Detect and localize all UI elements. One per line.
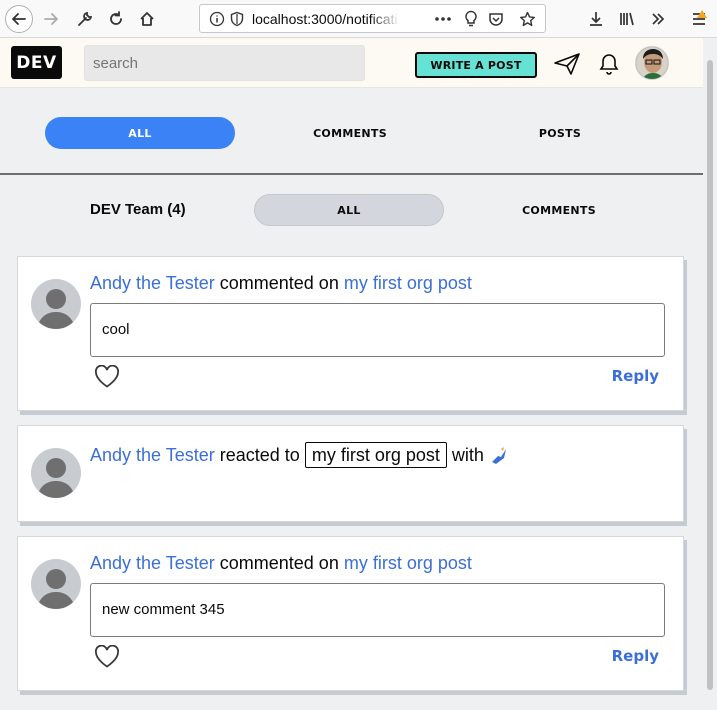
commenter-avatar[interactable] [31, 559, 81, 609]
url-fade [370, 7, 400, 31]
menu-button[interactable] [686, 6, 712, 32]
hamburger-icon [693, 10, 707, 25]
dev-logo[interactable]: DEV [11, 46, 62, 79]
reply-button[interactable]: Reply [612, 647, 659, 665]
reactor-avatar[interactable] [31, 448, 81, 498]
shield-icon[interactable] [228, 10, 246, 28]
arrow-left-icon [12, 13, 26, 25]
heart-icon[interactable] [94, 644, 120, 669]
search-input[interactable] [84, 45, 365, 81]
library-icon [620, 12, 634, 26]
notification-card: Andy the Tester reacted to my first org … [17, 425, 684, 522]
reload-icon [110, 11, 122, 25]
arrow-right-icon [44, 13, 58, 25]
action-text: commented on [219, 273, 339, 293]
notification-card: Andy the Tester commented on my first or… [17, 536, 684, 691]
lightbulb-icon[interactable] [462, 10, 480, 28]
action-text: commented on [219, 553, 339, 573]
with-text: with [451, 445, 484, 465]
url-bar[interactable]: localhost:3000/notifications [199, 4, 546, 33]
bell-icon[interactable] [594, 50, 624, 78]
commenter-avatar[interactable] [31, 279, 81, 329]
tab-comments[interactable]: COMMENTS [265, 117, 435, 149]
notification-text: Andy the Tester reacted to my first org … [90, 442, 509, 468]
post-link[interactable]: my first org post [344, 553, 472, 573]
comment-content[interactable]: new comment 345 [90, 583, 665, 637]
customize-button[interactable] [72, 6, 98, 32]
home-button[interactable] [134, 6, 160, 32]
user-link[interactable]: Andy the Tester [90, 445, 215, 465]
heart-icon[interactable] [94, 364, 120, 389]
comment-content[interactable]: cool [90, 303, 665, 357]
org-name: DEV Team (4) [90, 201, 186, 218]
notification-card: Andy the Tester commented on my first or… [17, 256, 684, 411]
download-icon [590, 12, 602, 26]
post-link[interactable]: my first org post [304, 442, 447, 468]
post-link[interactable]: my first org post [344, 273, 472, 293]
org-tab-all[interactable]: ALL [254, 194, 444, 226]
site-header: DEV WRITE A POST [0, 38, 717, 88]
bookmark-star-icon[interactable] [518, 10, 536, 28]
write-post-button[interactable]: WRITE A POST [415, 52, 537, 78]
org-tab-comments[interactable]: COMMENTS [474, 194, 644, 226]
info-icon[interactable] [208, 10, 226, 28]
tab-posts[interactable]: POSTS [475, 117, 645, 149]
scrollbar-thumb[interactable] [707, 60, 713, 690]
home-icon [140, 12, 154, 26]
notification-text: Andy the Tester commented on my first or… [90, 273, 472, 294]
action-text: reacted to [219, 445, 300, 465]
unicorn-icon [489, 446, 509, 466]
pocket-icon[interactable] [487, 10, 505, 28]
library-button[interactable] [614, 6, 640, 32]
reload-button[interactable] [103, 6, 129, 32]
page-actions-icon[interactable] [434, 10, 452, 28]
forward-button[interactable] [38, 6, 64, 32]
browser-toolbar: localhost:3000/notifications [0, 0, 717, 38]
connect-icon[interactable] [552, 50, 582, 78]
double-chevron-icon [652, 13, 665, 25]
reply-button[interactable]: Reply [612, 367, 659, 385]
user-link[interactable]: Andy the Tester [90, 553, 215, 573]
user-avatar[interactable] [635, 46, 669, 80]
overflow-button[interactable] [645, 6, 671, 32]
wrench-icon [78, 11, 93, 26]
tabs-divider [0, 173, 703, 175]
back-button[interactable] [5, 5, 33, 33]
downloads-button[interactable] [583, 6, 609, 32]
tab-all[interactable]: ALL [45, 117, 235, 149]
user-link[interactable]: Andy the Tester [90, 273, 215, 293]
notification-text: Andy the Tester commented on my first or… [90, 553, 472, 574]
